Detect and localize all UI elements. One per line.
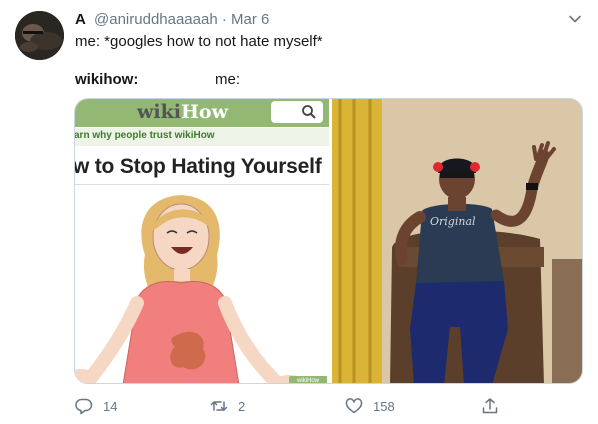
display-name[interactable]: A [75, 11, 86, 28]
retweet-button[interactable]: 2 [210, 396, 245, 416]
tweet-text: me: *googles how to not hate myself* [75, 33, 323, 50]
chevron-down-icon[interactable] [566, 10, 584, 28]
shirt-print: Original [430, 215, 476, 228]
search-icon [302, 105, 316, 119]
separator-dot: · [221, 11, 227, 28]
reply-button[interactable]: 14 [75, 396, 117, 416]
reply-icon [75, 398, 93, 415]
heart-icon [345, 398, 363, 414]
wikihow-article-title: w to Stop Hating Yourself [75, 155, 322, 178]
caption-me: me: [215, 71, 241, 88]
laughing-woman-illustration [75, 195, 305, 383]
user-handle[interactable]: @aniruddhaaaaah [94, 11, 218, 28]
tweet-date[interactable]: Mar 6 [231, 11, 269, 28]
share-button[interactable] [481, 396, 499, 416]
retweet-count: 2 [238, 398, 246, 414]
caption-wikihow: wikihow: [75, 71, 139, 88]
wikihow-logo-how: How [180, 101, 228, 123]
tweet-captions: wikihow: me: [75, 70, 240, 90]
wikihow-search-box [271, 101, 323, 123]
like-button[interactable]: 158 [345, 396, 395, 416]
share-icon [482, 398, 498, 414]
reply-count: 14 [103, 398, 118, 414]
wikihow-screenshot[interactable]: wikiHow arn why people trust wikiHow w t… [75, 99, 329, 383]
tweet-header: A @aniruddhaaaaah · Mar 6 [75, 11, 269, 29]
avatar[interactable] [15, 11, 64, 60]
wikihow-tagline-bar: arn why people trust wikiHow [75, 128, 329, 146]
retweet-icon [210, 401, 228, 411]
tweet-actions: 14 2 158 [0, 396, 598, 416]
wikihow-logo: wikiHow [137, 100, 228, 124]
tweet-media[interactable]: wikiHow arn why people trust wikiHow w t… [74, 98, 583, 384]
avatar-photo [15, 11, 64, 60]
tweet[interactable]: A @aniruddhaaaaah · Mar 6 me: *googles h… [0, 0, 598, 424]
photo-man-in-chair[interactable]: Original [332, 99, 582, 383]
like-count: 158 [373, 398, 395, 414]
wikihow-tagline: arn why people trust wikiHow [75, 130, 215, 141]
photo-man-illustration: Original [332, 99, 582, 383]
wikihow-logo-wiki: wiki [137, 101, 181, 123]
wikihow-watermark: wikiHow [289, 376, 327, 383]
